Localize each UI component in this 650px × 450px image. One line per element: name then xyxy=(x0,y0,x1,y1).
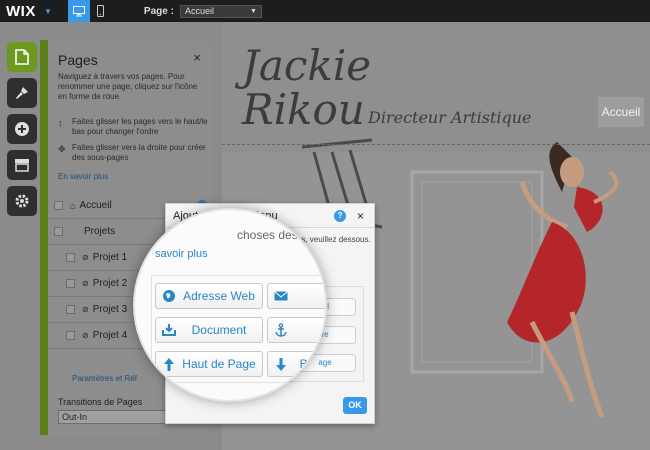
add-button[interactable] xyxy=(7,114,37,144)
mobile-view-button[interactable] xyxy=(90,0,112,22)
site-title-line2: Rikou xyxy=(242,85,365,134)
design-button[interactable] xyxy=(7,78,37,108)
anchor-icon xyxy=(275,323,287,337)
globe-icon xyxy=(163,290,175,302)
hidden-page-icon: ⊘ xyxy=(82,253,89,262)
desktop-icon xyxy=(72,5,85,16)
tip-subpages-text: Faites glisser vers la droite pour créer… xyxy=(72,143,206,162)
learn-more-link[interactable]: En savoir plus xyxy=(58,172,108,181)
bottom-of-page-button[interactable]: Ba de Page xyxy=(267,351,325,377)
close-icon[interactable]: × xyxy=(193,50,201,65)
site-title[interactable]: Jackie Rikou xyxy=(242,44,371,132)
move-all-icon: ✥ xyxy=(58,144,66,154)
anchor-button[interactable]: A xyxy=(267,317,325,343)
store-icon xyxy=(15,159,29,172)
hidden-page-icon: ⊘ xyxy=(82,305,89,314)
home-icon: ⌂ xyxy=(70,200,76,211)
transitions-label: Transitions de Pages xyxy=(58,397,143,407)
design-icon xyxy=(16,87,28,99)
tip-subpages: ✥ Faites glisser vers la droite pour cré… xyxy=(58,143,208,163)
mobile-icon xyxy=(97,5,105,17)
page-checkbox[interactable] xyxy=(54,201,63,210)
page-select[interactable]: Accueil ▼ xyxy=(179,4,262,18)
ok-button[interactable]: OK xyxy=(343,397,367,414)
arrow-down-icon xyxy=(276,357,286,371)
site-subtitle[interactable]: Directeur Artistique xyxy=(368,108,531,127)
anchor-label: A xyxy=(294,323,325,337)
site-title-line1: Jackie xyxy=(242,41,372,90)
settings-button[interactable] xyxy=(7,186,37,216)
learn-more-link[interactable]: savoir plus xyxy=(155,248,208,260)
page-label: Page : xyxy=(143,5,174,17)
page-item-label: Projets xyxy=(84,226,116,237)
tip-reorder: ↕ Faites glisser les pages vers le haut/… xyxy=(58,117,208,137)
web-address-button[interactable]: Adresse Web xyxy=(155,283,263,309)
chevron-down-icon[interactable]: ▼ xyxy=(44,7,52,16)
page-item-label: Projet 3 xyxy=(92,304,128,315)
top-of-page-label: Haut de Page xyxy=(182,357,256,371)
panel-intro: Naviguez à travers vos pages. Pour renom… xyxy=(58,72,198,101)
bottom-of-page-label: Ba de Page xyxy=(299,357,325,371)
magnifier-callout: choses des s savoir plus Adresse Web E D… xyxy=(133,208,327,402)
page-item-label: Projet 4 xyxy=(92,330,128,341)
desktop-view-button[interactable] xyxy=(67,0,90,22)
document-label: Document xyxy=(191,323,247,337)
page-item-label: Accueil xyxy=(79,200,112,211)
wix-logo[interactable]: WIX xyxy=(6,3,42,20)
close-icon[interactable]: × xyxy=(357,209,364,223)
envelope-icon xyxy=(274,291,288,301)
download-icon xyxy=(162,324,176,336)
site-nav-item-accueil[interactable]: Accueil xyxy=(598,97,644,127)
page-settings-link[interactable]: Paramètres et Réf xyxy=(72,374,137,383)
web-address-label: Adresse Web xyxy=(183,289,255,303)
page-checkbox[interactable] xyxy=(66,253,75,262)
hidden-page-icon: ⊘ xyxy=(82,279,89,288)
page-checkbox[interactable] xyxy=(66,305,75,314)
page-select-value: Accueil xyxy=(184,5,214,16)
page-item-label: Projet 2 xyxy=(92,278,128,289)
add-icon xyxy=(15,122,29,136)
hidden-page-icon: ⊘ xyxy=(82,331,89,340)
move-vertical-icon: ↕ xyxy=(58,118,63,128)
document-button[interactable]: Document xyxy=(155,317,263,343)
page-checkbox[interactable] xyxy=(54,227,63,236)
dialog-text-fragment: choses des s xyxy=(237,228,308,242)
tip-reorder-text: Faites glisser les pages vers le haut/le… xyxy=(72,117,208,136)
help-icon[interactable]: ? xyxy=(334,210,346,222)
top-of-page-button[interactable]: Haut de Page xyxy=(155,351,263,377)
arrow-up-icon xyxy=(164,357,174,371)
chevron-down-icon: ▼ xyxy=(250,7,257,15)
panel-title: Pages xyxy=(58,52,98,68)
page-checkbox[interactable] xyxy=(66,331,75,340)
page-item-label: Projet 1 xyxy=(92,252,128,263)
header-divider xyxy=(222,144,650,145)
settings-icon xyxy=(15,194,29,208)
email-label: E xyxy=(294,289,325,303)
pages-icon xyxy=(15,49,29,65)
page-checkbox[interactable] xyxy=(66,279,75,288)
store-button[interactable] xyxy=(7,150,37,180)
top-bar: WIX ▼ Page : Accueil ▼ xyxy=(0,0,650,22)
email-button[interactable]: E xyxy=(267,283,325,309)
pages-button[interactable] xyxy=(7,42,37,72)
